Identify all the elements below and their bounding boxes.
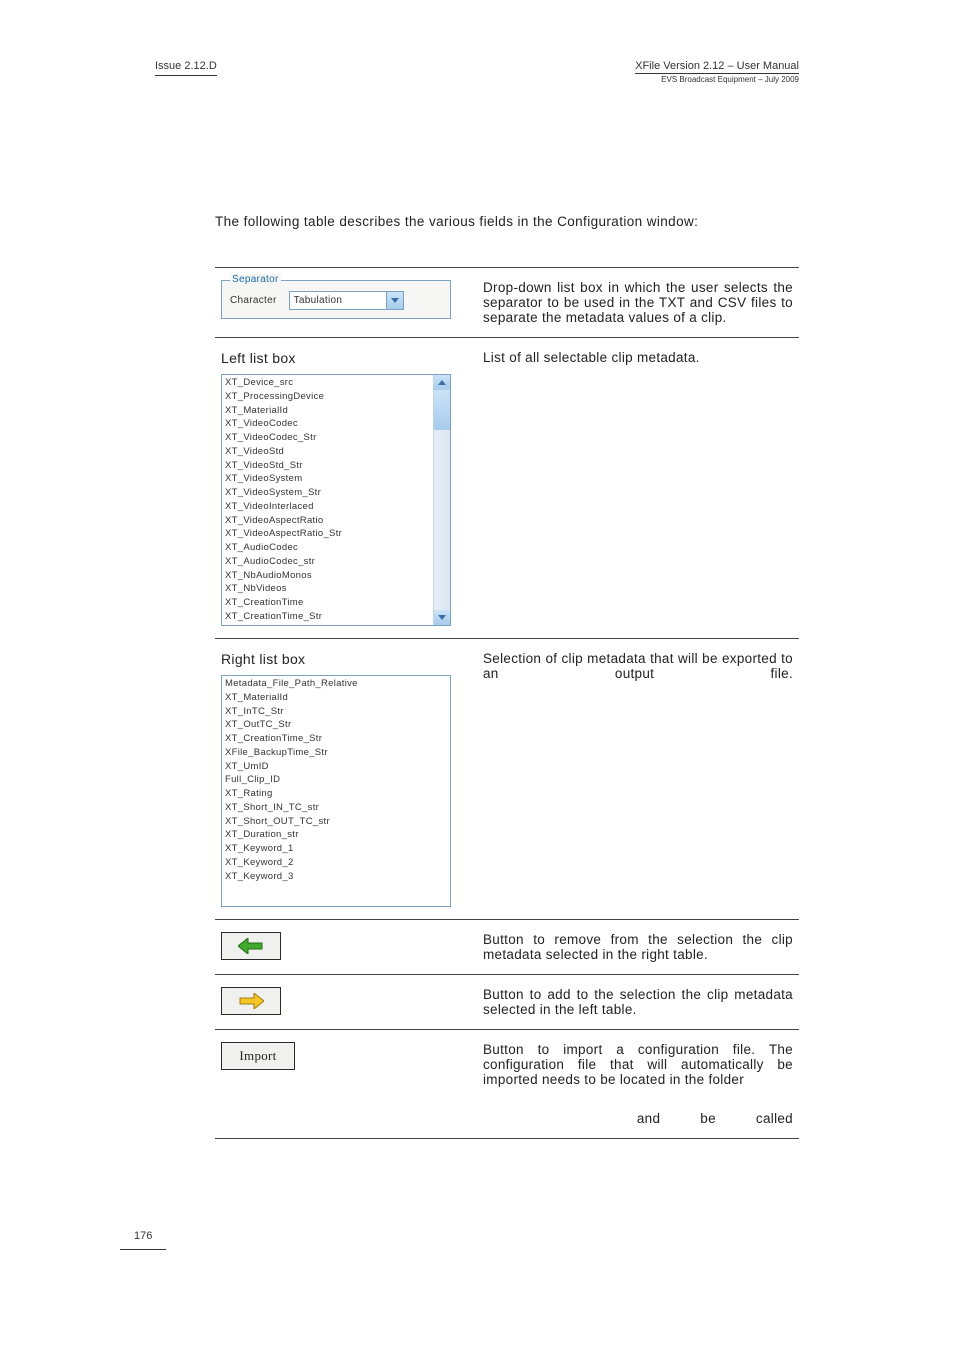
table-row: Right list box Metadata_File_Path_Relati… — [215, 639, 799, 920]
list-item[interactable]: XT_NbAudioMonos — [225, 569, 430, 583]
scroll-down-icon[interactable] — [434, 610, 450, 625]
separator-legend: Separator — [230, 274, 281, 285]
list-item[interactable]: XT_ProcessingDevice — [225, 390, 430, 404]
table-row: Button to add to the selection the clip … — [215, 975, 799, 1030]
list-item[interactable]: XT_Keyword_2 — [225, 856, 447, 870]
arrow-right-icon — [238, 993, 264, 1009]
table-row: Separator Character Tabulation Drop-down… — [215, 268, 799, 338]
separator-dropdown[interactable]: Tabulation — [289, 291, 404, 310]
header-title: XFile Version 2.12 – User Manual — [635, 60, 799, 74]
add-description: Button to add to the selection the clip … — [477, 975, 799, 1030]
list-item[interactable]: XT_VideoCodec_Str — [225, 431, 430, 445]
list-item[interactable]: Full_Clip_ID — [225, 773, 447, 787]
list-item[interactable]: XT_AudioCodec — [225, 541, 430, 555]
list-item[interactable]: XT_Duration_str — [225, 828, 447, 842]
page-number: 176 — [120, 1230, 166, 1250]
list-item[interactable]: XT_MaterialId — [225, 404, 430, 418]
scroll-up-icon[interactable] — [434, 375, 450, 390]
remove-description: Button to remove from the selection the … — [477, 920, 799, 975]
separator-field-label: Character — [230, 295, 277, 306]
left-listbox[interactable]: XT_Device_srcXT_ProcessingDeviceXT_Mater… — [221, 374, 451, 626]
arrow-left-icon — [238, 938, 264, 954]
list-item[interactable]: XT_VideoStd — [225, 445, 430, 459]
list-item[interactable]: XT_VideoSystem_Str — [225, 486, 430, 500]
left-listbox-description: List of all selectable clip metadata. — [477, 338, 799, 639]
list-item[interactable]: XT_Device_src — [225, 376, 430, 390]
list-item[interactable]: XT_AudioCodec_str — [225, 555, 430, 569]
list-item[interactable]: XFile_BackupTime_Str — [225, 746, 447, 760]
list-item[interactable]: XT_InTC_Str — [225, 705, 447, 719]
list-item[interactable]: XT_Rating — [225, 787, 447, 801]
list-item[interactable]: XT_CreationTime_Str — [225, 732, 447, 746]
page-header: Issue 2.12.D XFile Version 2.12 – User M… — [155, 60, 799, 84]
right-listbox-title: Right list box — [221, 651, 471, 667]
list-item[interactable]: XT_CreationTime_Str — [225, 610, 430, 624]
add-button[interactable] — [221, 987, 281, 1015]
right-listbox-description: Selection of clip metadata that will be … — [477, 639, 799, 920]
separator-dropdown-value: Tabulation — [294, 295, 343, 306]
list-item[interactable]: XT_VideoCodec — [225, 417, 430, 431]
separator-description: Drop-down list box in which the user sel… — [477, 268, 799, 338]
table-row: Button to remove from the selection the … — [215, 920, 799, 975]
list-item[interactable]: XT_VideoSystem — [225, 472, 430, 486]
table-row: Import Button to import a configuration … — [215, 1030, 799, 1139]
list-item[interactable]: XT_VideoAspectRatio — [225, 514, 430, 528]
list-item[interactable]: XT_UmID — [225, 760, 447, 774]
list-item[interactable]: XT_Keyword_3 — [225, 870, 447, 884]
list-item[interactable]: XT_VideoAspectRatio_Str — [225, 527, 430, 541]
right-listbox[interactable]: Metadata_File_Path_RelativeXT_MaterialId… — [221, 675, 451, 907]
table-row: Left list box XT_Device_srcXT_Processing… — [215, 338, 799, 639]
list-item[interactable]: XT_VideoStd_Str — [225, 459, 430, 473]
chevron-down-icon — [386, 292, 403, 309]
separator-groupbox: Separator Character Tabulation — [221, 280, 451, 319]
list-item[interactable]: Metadata_File_Path_Relative — [225, 677, 447, 691]
scroll-thumb[interactable] — [434, 390, 450, 430]
list-item[interactable]: XT_VideoInterlaced — [225, 500, 430, 514]
list-item[interactable]: XT_OutTC_Str — [225, 718, 447, 732]
config-fields-table: Separator Character Tabulation Drop-down… — [215, 267, 799, 1139]
import-button[interactable]: Import — [221, 1042, 295, 1070]
import-description: Button to import a configuration file. T… — [477, 1030, 799, 1139]
list-item[interactable]: XT_Keyword_1 — [225, 842, 447, 856]
intro-text: The following table describes the variou… — [215, 214, 799, 229]
list-item[interactable]: XT_NbVideos — [225, 582, 430, 596]
header-subtitle: EVS Broadcast Equipment – July 2009 — [635, 74, 799, 84]
import-button-label: Import — [239, 1048, 276, 1064]
header-issue: Issue 2.12.D — [155, 60, 217, 76]
list-item[interactable]: XT_MaterialId — [225, 691, 447, 705]
list-item[interactable]: XT_Short_IN_TC_str — [225, 801, 447, 815]
list-item[interactable]: XT_Short_OUT_TC_str — [225, 815, 447, 829]
left-listbox-title: Left list box — [221, 350, 471, 366]
scrollbar[interactable] — [433, 375, 450, 625]
list-item[interactable]: XT_CreationTime — [225, 596, 430, 610]
remove-button[interactable] — [221, 932, 281, 960]
